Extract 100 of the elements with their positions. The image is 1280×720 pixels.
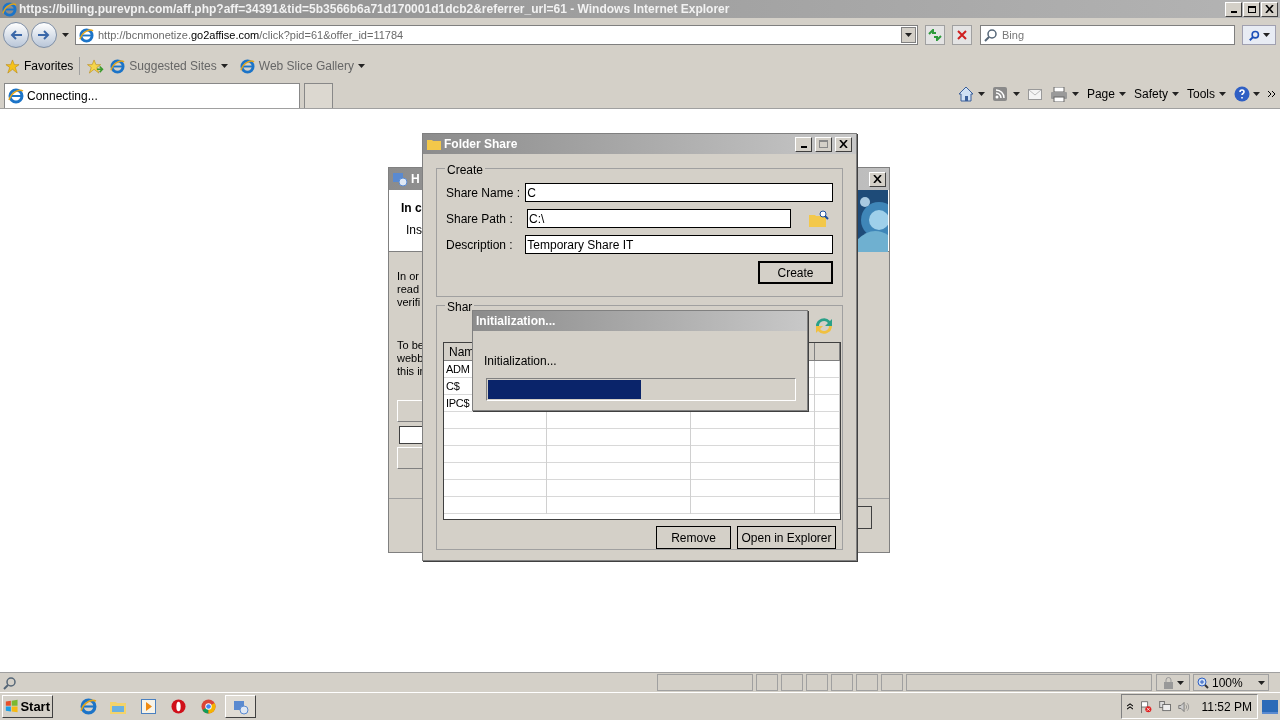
address-dropdown[interactable] [901,27,916,43]
search-icon [1248,29,1260,41]
home-icon [957,86,974,102]
restore-icon [1247,5,1256,13]
dialog-button[interactable]: Remove [656,526,731,549]
minimize-icon [800,146,807,148]
caret-icon [1071,92,1079,96]
page-icon [110,58,126,74]
window-title: Folder Share [444,136,518,153]
close-icon [839,140,848,148]
forward-button[interactable] [31,22,57,48]
refresh-icon [928,29,942,41]
taskbar-app-button[interactable] [225,695,256,718]
address-field[interactable]: http://bcnmonetize.go2affise.com/click?pid=61&offer_id=11784 [75,25,918,45]
folder-icon [110,699,126,714]
favorites-link[interactable]: Suggested Sites [110,57,228,75]
command-menu[interactable]: Page [1086,85,1126,103]
close-button[interactable] [869,171,886,187]
close-icon [1265,5,1274,13]
search-placeholder: Bing [1002,27,1025,43]
stop-button[interactable] [952,25,972,45]
heading: In c [401,200,423,217]
chrome-icon [200,699,216,714]
caret-icon [1176,680,1184,685]
text-field[interactable]: Temporary Share IT [525,235,833,254]
windows-logo-icon [5,699,19,714]
window-title: H [411,171,420,188]
favorites-button[interactable]: Favorites [5,57,81,75]
refresh-button[interactable] [925,25,945,45]
body-text-line: In or [397,270,420,283]
network-icon[interactable] [1159,699,1172,714]
search-field[interactable]: Bing [980,25,1235,45]
window-title: https://billing.purevpn.com/aff.php?aff=34391&tid=5b3566b6a71d170001d1dcb2&referrer_url=61 - Windows Internet Explorer [19,1,731,18]
app-icon [232,698,249,715]
caret-icon [1172,92,1179,96]
show-hidden-icons[interactable] [1127,702,1134,711]
start-button[interactable]: Start [2,695,53,718]
star-icon [5,58,20,74]
dialog-button[interactable]: Open in Explorer [737,526,836,549]
back-arrow-icon [10,30,22,40]
input-field[interactable] [399,426,423,444]
help-icon [1234,86,1250,102]
caret-icon [905,33,912,37]
caret-icon [1253,92,1260,96]
browse-button[interactable] [808,209,830,228]
show-desktop-icon[interactable] [1262,699,1278,714]
caret-icon [977,92,985,96]
app-icon [392,171,408,187]
chevron-icon[interactable] [1268,90,1276,98]
text-field[interactable]: C [525,183,833,202]
play-icon [140,699,156,714]
home-button[interactable] [957,86,985,102]
close-button[interactable] [835,136,852,152]
browser-icon [2,1,17,17]
stop-icon [957,30,967,40]
text-field[interactable]: C:\ [527,209,791,228]
lock-icon [1162,676,1174,689]
maximize-icon [819,140,828,148]
field-label: Description : [446,236,514,254]
folder-search-icon [809,210,829,227]
minimize-icon [1230,11,1237,13]
caret-icon [61,33,69,37]
body-text-line: read [397,283,421,296]
address-text: http://bcnmonetize.go2affise.com/click?pid=61&offer_id=11784 [98,27,405,43]
favorites-link[interactable]: Web Slice Gallery [239,57,365,75]
create-button[interactable]: Create [758,261,833,284]
maximize-button[interactable] [815,136,832,152]
back-button[interactable] [3,22,29,48]
mail-icon[interactable] [1027,88,1042,100]
browser-tab[interactable]: Connecting... [4,83,300,108]
search-icon [3,675,17,690]
caret-icon [1118,92,1126,96]
zoom-button[interactable]: 100% [1193,674,1269,691]
caret-icon [357,64,365,68]
caret-icon [220,64,228,68]
subheading: Ins [405,222,423,239]
field-label: Share Name : [446,184,522,202]
field-label: Share Path : [446,210,514,228]
print-button[interactable] [1049,86,1079,102]
command-menu[interactable]: Tools [1187,85,1226,103]
security-button[interactable] [1156,674,1190,691]
feeds-button[interactable] [992,87,1020,101]
minimize-button[interactable] [795,136,812,152]
flag-error-icon[interactable] [1140,698,1153,715]
page-icon [239,58,255,74]
restore-button[interactable] [1243,1,1260,17]
close-button[interactable] [1261,1,1278,17]
clock[interactable]: 11:52 PM [1201,697,1252,716]
window-title: Initialization... [476,313,556,330]
minimize-button[interactable] [1225,1,1242,17]
zoom-icon [1197,676,1209,689]
close-icon [873,175,882,183]
browser-icon [8,88,24,104]
command-menu[interactable]: Safety [1133,85,1179,103]
search-button[interactable] [1242,25,1276,45]
caret-icon [1012,92,1020,96]
search-icon [984,28,998,42]
ring-icon [170,699,186,714]
help-button[interactable] [1234,86,1260,102]
folder-icon [427,138,441,150]
